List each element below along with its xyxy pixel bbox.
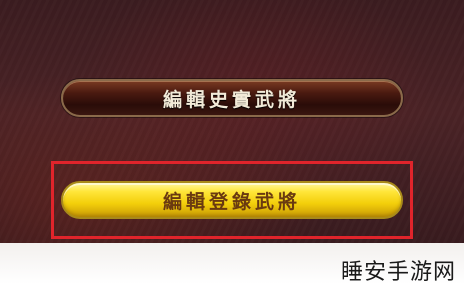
game-menu-screen: 編輯史實武將 編輯登錄武將 睡安手游网 xyxy=(0,0,464,284)
edit-registered-officers-button[interactable]: 編輯登錄武將 xyxy=(61,181,403,219)
edit-historical-officers-button[interactable]: 編輯史實武將 xyxy=(61,79,403,117)
site-watermark: 睡安手游网 xyxy=(340,260,456,284)
